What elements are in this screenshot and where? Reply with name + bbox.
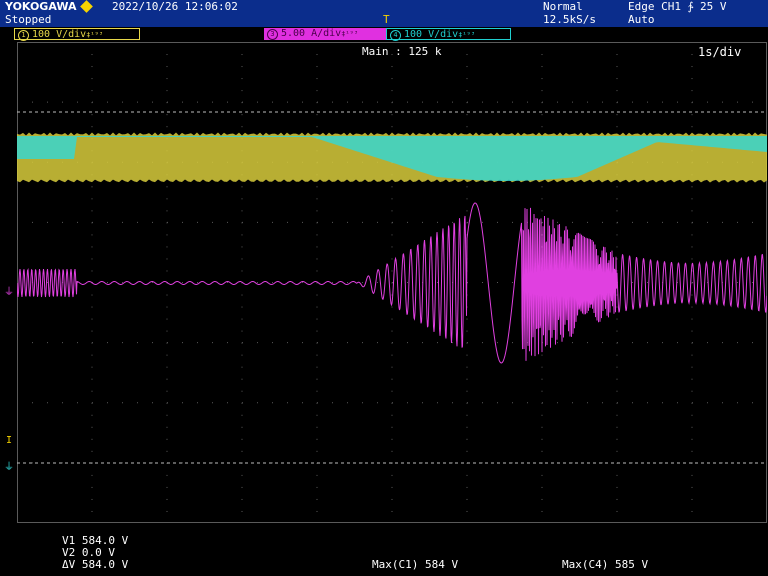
trigger-mode[interactable]: Normal (543, 1, 583, 13)
sample-rate[interactable]: 12.5kS/s (543, 14, 596, 26)
channel-1-number: 1 (18, 30, 29, 41)
channel-1-scale: 100 V/div (32, 29, 87, 40)
brand-logo: YOKOGAWA (5, 0, 77, 13)
timebase-label: 1s/div (698, 45, 741, 59)
channel-4-flags: ‡¹⁹³ (458, 31, 476, 39)
measure-max-c1: Max(C1) 584 V (372, 558, 459, 571)
channel-3-number: 3 (267, 29, 278, 40)
trigger-position-marker: T (383, 13, 390, 26)
channel-3-ground-marker: ⏚ (4, 287, 14, 298)
channel-3-scale: 5.00 A/div (281, 28, 342, 39)
main-record-label: Main : 125 k (362, 45, 442, 58)
measurement-area: V1 584.0 V V2 0.0 V ΔV 584.0 V Max(C1) 5… (0, 526, 768, 576)
trigger-setting[interactable]: Edge CH1 ∱ 25 V (628, 1, 726, 13)
channel-1-flags: ‡¹⁹³ (86, 31, 104, 39)
channel-3-setting[interactable]: 3 5.00 A/div‡¹⁹³ (264, 28, 386, 40)
cursor-delta-v: ΔV 584.0 V (62, 558, 129, 571)
channel-4-setting[interactable]: 4 100 V/div‡¹⁹³ (386, 28, 511, 41)
acq-status[interactable]: Stopped (5, 14, 51, 26)
channel-4-scale: 100 V/div (404, 29, 459, 40)
datetime: 2022/10/26 12:06:02 (112, 0, 238, 13)
measure-max-c4: Max(C4) 585 V (562, 558, 649, 571)
brand-diamond-icon (80, 0, 93, 13)
trigger-level-marker: I (6, 435, 13, 446)
channel-4-ground-marker: ⏚ (4, 462, 14, 473)
channel-1-setting[interactable]: 1 100 V/div‡¹⁹³ (14, 28, 140, 41)
waveforms (17, 132, 767, 364)
status-bar: YOKOGAWA 2022/10/26 12:06:02 Stopped Nor… (0, 0, 768, 27)
waveform-display[interactable]: Main : 125 k 1s/div (17, 42, 767, 523)
trigger-auto[interactable]: Auto (628, 14, 655, 26)
channel-3-flags: ‡¹⁹³ (341, 30, 359, 38)
channel-4-number: 4 (390, 30, 401, 41)
